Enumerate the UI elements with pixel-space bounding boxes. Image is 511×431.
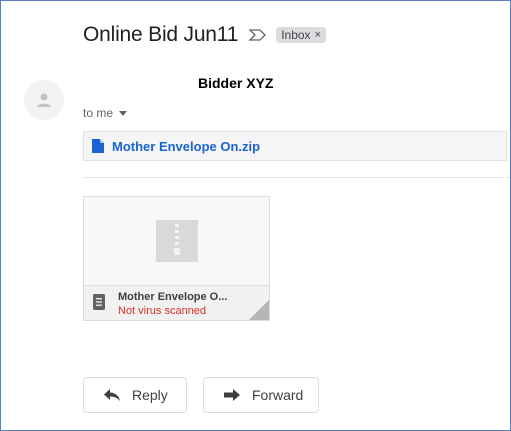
attachment-meta: Mother Envelope O... Not virus scanned bbox=[84, 285, 269, 320]
forward-button[interactable]: Forward bbox=[203, 377, 319, 413]
reply-icon bbox=[104, 389, 120, 401]
avatar-person-icon bbox=[37, 93, 51, 107]
attachment-link-bar[interactable]: Mother Envelope On.zip bbox=[83, 131, 507, 161]
attachment-link[interactable]: Mother Envelope On.zip bbox=[112, 139, 260, 154]
attachment-preview[interactable] bbox=[84, 197, 269, 285]
virus-scan-status: Not virus scanned bbox=[118, 305, 207, 317]
forward-icon bbox=[224, 389, 240, 401]
divider bbox=[83, 177, 511, 178]
inbox-label-text: Inbox bbox=[281, 28, 311, 42]
file-icon bbox=[92, 139, 104, 153]
attachment-card-filename: Mother Envelope O... bbox=[118, 291, 228, 303]
page-fold-corner bbox=[249, 300, 269, 320]
recipient-details[interactable]: to me bbox=[83, 106, 128, 120]
reply-button[interactable]: Reply bbox=[83, 377, 187, 413]
reply-label: Reply bbox=[132, 387, 168, 403]
recipient-text: to me bbox=[83, 106, 114, 120]
important-marker-icon[interactable] bbox=[248, 28, 268, 42]
chevron-down-icon[interactable] bbox=[119, 111, 128, 116]
inbox-label-chip: Inbox × bbox=[276, 27, 326, 43]
subject-row: Online Bid Jun11 Inbox × bbox=[83, 23, 326, 47]
sender-name: Bidder XYZ bbox=[198, 75, 274, 91]
forward-label: Forward bbox=[252, 387, 304, 403]
remove-label-icon[interactable]: × bbox=[315, 29, 321, 41]
document-icon bbox=[93, 294, 105, 310]
avatar bbox=[24, 80, 64, 120]
email-subject: Online Bid Jun11 bbox=[83, 23, 239, 46]
zip-icon bbox=[155, 220, 198, 262]
email-view: Online Bid Jun11 Inbox × Bidder XYZ to m… bbox=[0, 0, 511, 431]
attachment-card[interactable]: Mother Envelope O... Not virus scanned bbox=[83, 196, 270, 321]
